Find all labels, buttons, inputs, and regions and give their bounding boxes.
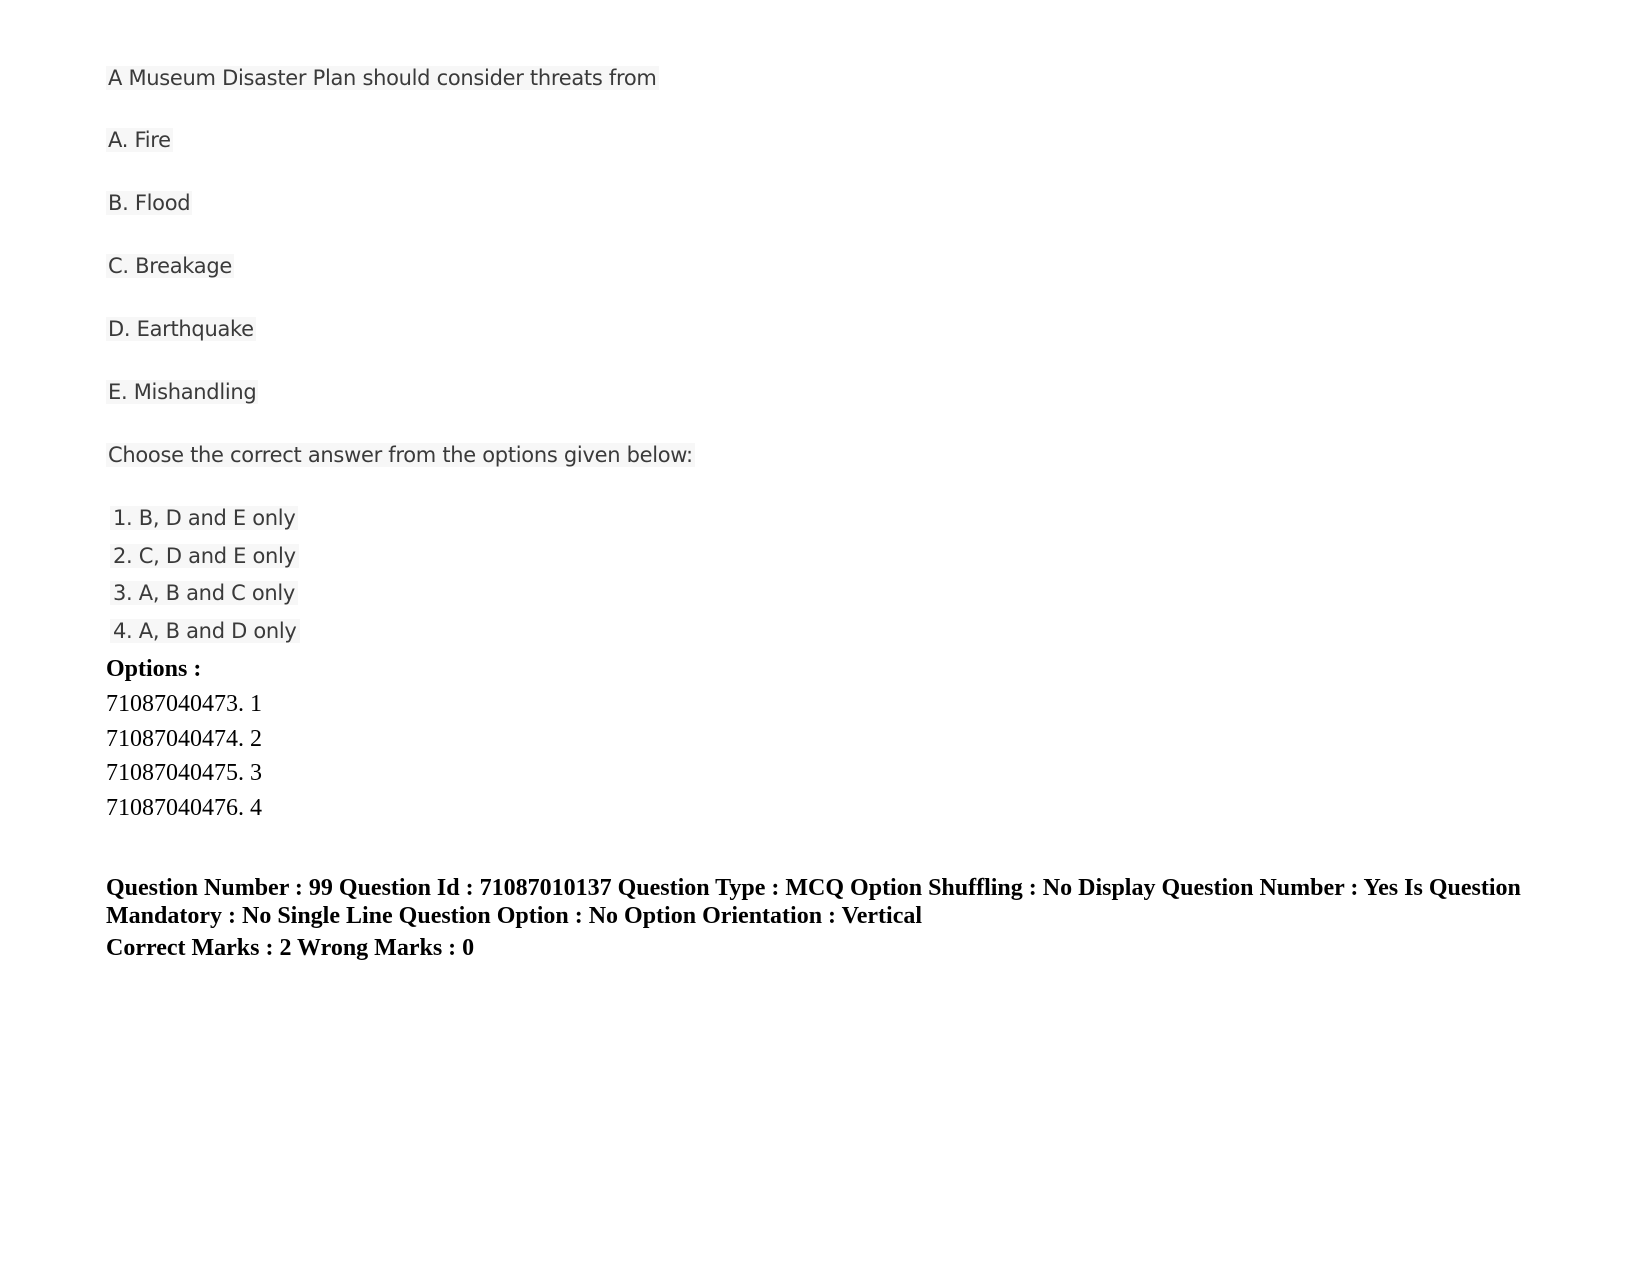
- marks-text: Correct Marks : 2 Wrong Marks : 0: [106, 935, 475, 961]
- question-meta-text: Question Number : 99 Question Id : 71087…: [106, 875, 1521, 929]
- instruction-text: Choose the correct answer from the optio…: [106, 443, 695, 467]
- option-item: 71087040473. 1: [106, 691, 262, 717]
- statement-a: A. Fire: [106, 128, 173, 152]
- choice-3: 3. A, B and C only: [110, 581, 299, 605]
- statement-c: C. Breakage: [106, 254, 234, 278]
- choice-4: 4. A, B and D only: [110, 619, 300, 643]
- options-heading: Options :: [106, 656, 202, 682]
- question-stem: A Museum Disaster Plan should consider t…: [106, 66, 659, 90]
- statement-b: B. Flood: [106, 191, 193, 215]
- statement-e: E. Mishandling: [106, 380, 259, 404]
- choice-2: 2. C, D and E only: [110, 544, 299, 568]
- choice-1: 1. B, D and E only: [110, 506, 299, 530]
- option-item: 71087040476. 4: [106, 795, 262, 821]
- statement-d: D. Earthquake: [106, 317, 256, 341]
- option-item: 71087040475. 3: [106, 760, 262, 786]
- option-item: 71087040474. 2: [106, 726, 262, 752]
